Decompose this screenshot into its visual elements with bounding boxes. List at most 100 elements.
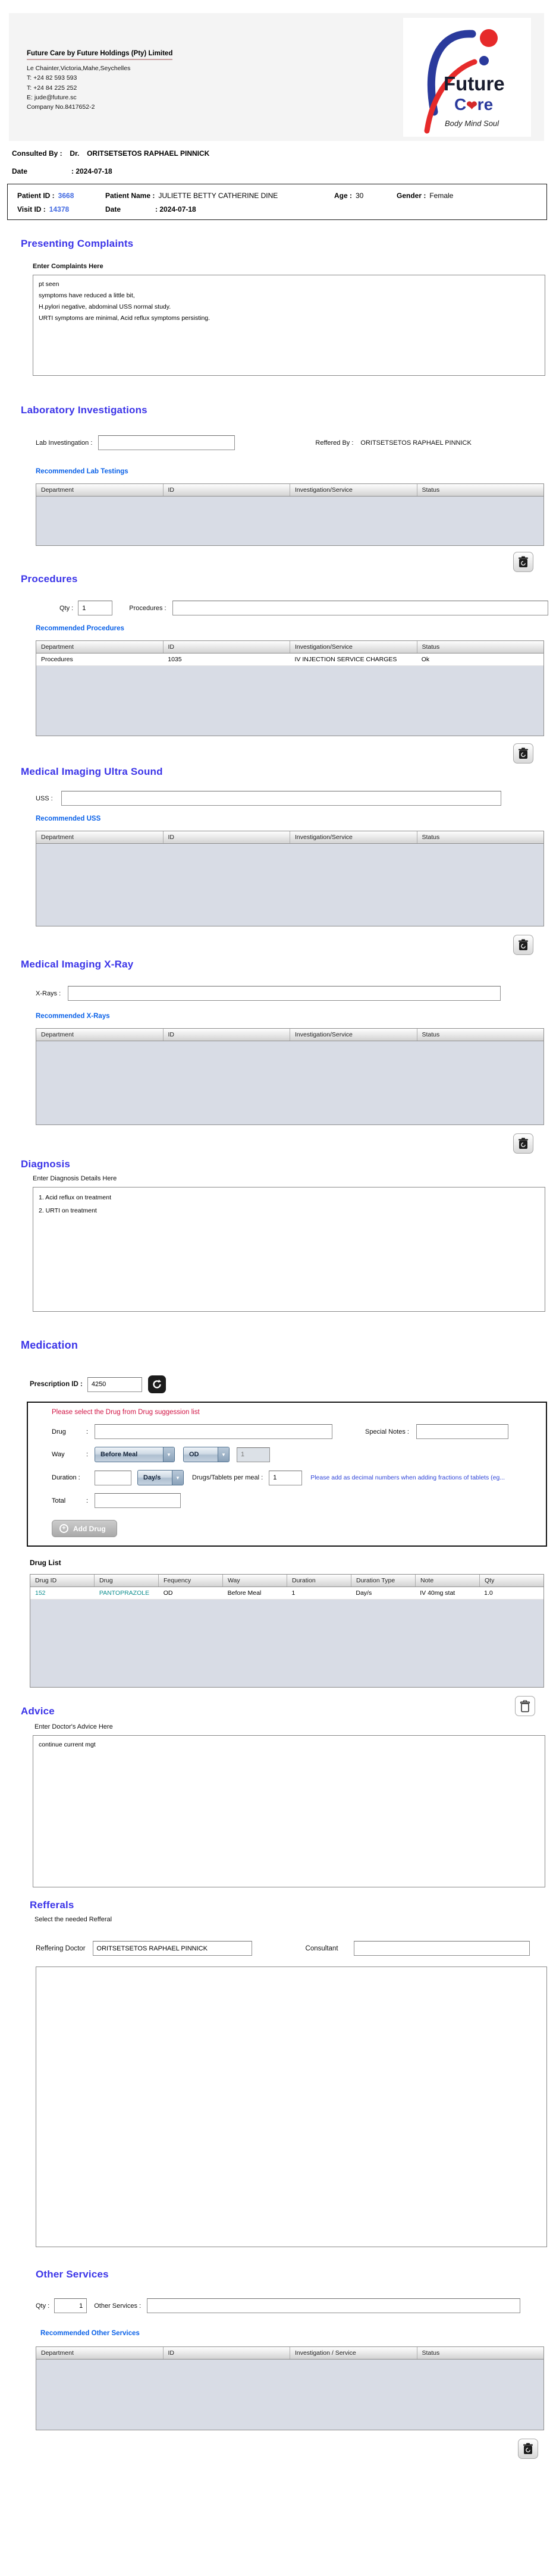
consultant-input[interactable] (353, 1941, 530, 1956)
other-services-input-label: Other Services : (94, 2302, 142, 2310)
recommended-lab-link[interactable]: Recommended Lab Testings (36, 468, 553, 475)
uss-input[interactable] (61, 791, 501, 806)
patient-id-label: Patient ID : (17, 191, 55, 200)
procedures-table: Department ID Investigation/Service Stat… (36, 640, 544, 736)
gender-value: Female (429, 191, 454, 200)
xray-title: Medical Imaging X-Ray (21, 959, 134, 970)
date-value: : 2024-07-18 (71, 167, 112, 175)
delete-other-service-row-button[interactable] (518, 2439, 538, 2459)
trash-icon (519, 939, 528, 950)
per-meal-input[interactable] (269, 1470, 303, 1485)
logo-swoosh-icon: Future C❤re Body Mind Soul (424, 29, 505, 134)
drug-input[interactable] (95, 1424, 332, 1439)
other-services-input[interactable] (147, 2298, 521, 2313)
drug-col-frequency: Fequency (159, 1575, 223, 1587)
age-value: 30 (356, 191, 364, 200)
duration-unit-value: Day/s (143, 1474, 161, 1481)
uss-col-id: ID (164, 831, 290, 843)
visit-date-value: : 2024-07-18 (155, 205, 196, 213)
add-drug-button[interactable]: + Add Drug (52, 1520, 117, 1537)
referrals-subtitle: Select the needed Refferal (34, 1916, 112, 1923)
uss-col-status: Status (422, 834, 440, 841)
drug-col-drug: Drug (95, 1575, 159, 1587)
clinic-header: Future Care by Future Holdings (Pty) Lim… (9, 13, 544, 141)
drug-col-id: Drug ID (30, 1575, 95, 1587)
recommended-other-services-link[interactable]: Recommended Other Services (40, 2330, 553, 2337)
delete-xray-row-button[interactable] (513, 1133, 533, 1154)
meal-timing-select[interactable]: Before Meal ▼ (95, 1447, 175, 1462)
other-col-department: Department (36, 2347, 164, 2359)
visit-id-label: Visit ID : (17, 205, 46, 213)
frequency-value: OD (189, 1451, 199, 1458)
diagnosis-title: Diagnosis (21, 1158, 71, 1170)
procedures-col-department: Department (36, 641, 164, 653)
complaints-textarea[interactable]: pt seen symptoms have reduced a little b… (33, 275, 545, 376)
drug-list-body: 152 PANTOPRAZOLE OD Before Meal 1 Day/s … (30, 1587, 543, 1687)
procedures-qty-input[interactable] (78, 601, 113, 615)
refresh-prescription-button[interactable] (147, 1375, 166, 1393)
duration-input[interactable] (95, 1470, 131, 1485)
visit-date-label: Date (105, 205, 121, 213)
advice-textarea[interactable]: continue current mgt (33, 1735, 545, 1887)
delete-drug-button[interactable] (515, 1696, 535, 1716)
prescription-id-input[interactable] (87, 1377, 142, 1392)
drug-row-frequency: OD (163, 1589, 173, 1597)
drug-suggestion-warning: Please select the Drug from Drug suggess… (52, 1409, 200, 1416)
drug-col-qty: Qty (485, 1577, 495, 1584)
drug-row-duration-type: Day/s (356, 1589, 372, 1597)
delete-uss-row-button[interactable] (513, 935, 533, 955)
uss-input-label: USS : (36, 794, 53, 802)
trash-icon (519, 747, 528, 759)
recommended-uss-link[interactable]: Recommended USS (36, 815, 553, 822)
presenting-complaints-title: Presenting Complaints (21, 238, 134, 249)
age-label: Age : (334, 191, 352, 200)
lab-col-id: ID (164, 484, 290, 496)
referral-options-list[interactable] (36, 1966, 547, 2247)
special-notes-input[interactable] (416, 1424, 508, 1439)
lab-referred-by-label: Reffered By : (315, 439, 354, 447)
doctor-title: Dr. (70, 149, 80, 158)
consulted-by-label: Consulted By : (12, 149, 62, 158)
xray-table-body (36, 1041, 543, 1124)
recommended-procedures-link[interactable]: Recommended Procedures (36, 625, 553, 632)
other-services-table-body (36, 2360, 543, 2430)
lab-referred-by-value: ORITSETSETOS RAPHAEL PINNICK (360, 439, 472, 447)
other-qty-input[interactable] (54, 2298, 87, 2313)
frequency-select[interactable]: OD ▼ (183, 1447, 230, 1462)
xray-input[interactable] (68, 986, 501, 1001)
total-label: Total (52, 1497, 66, 1504)
trash-icon (519, 1138, 528, 1149)
consulted-by-line: Consulted By : Dr. ORITSETSETOS RAPHAEL … (12, 149, 553, 158)
drug-list-label: Drug List (30, 1559, 61, 1567)
referring-doctor-input[interactable] (92, 1941, 252, 1956)
drug-row-duration: 1 (291, 1589, 296, 1597)
recommended-xray-link[interactable]: Recommended X-Rays (36, 1013, 553, 1020)
medication-title: Medication (21, 1339, 78, 1351)
procedures-title: Procedures (21, 573, 78, 585)
duration-unit-select[interactable]: Day/s ▼ (137, 1470, 184, 1485)
procedures-input-label: Procedures : (129, 604, 166, 612)
uss-col-service: Investigation/Service (290, 831, 417, 843)
drug-row-name: PANTOPRAZOLE (99, 1589, 150, 1597)
patient-name-value: JULIETTE BETTY CATHERINE DINE (158, 191, 278, 200)
per-meal-label: Drugs/Tablets per meal : (192, 1474, 263, 1481)
future-care-logo: Future C❤re Body Mind Soul (403, 18, 531, 137)
svg-text:Future: Future (444, 73, 505, 95)
xray-table: Department ID Investigation/Service Stat… (36, 1028, 544, 1125)
consultant-label: Consultant (305, 1944, 338, 1952)
drug-col-duration-type: Duration Type (351, 1575, 416, 1587)
drug-col-way: Way (223, 1575, 287, 1587)
trash-outline-icon (520, 1699, 530, 1712)
plus-icon: + (59, 1524, 68, 1533)
other-col-id: ID (164, 2347, 290, 2359)
lab-col-status: Status (422, 486, 440, 494)
diagnosis-textarea[interactable]: 1. Acid reflux on treatment 2. URTI on t… (33, 1187, 545, 1312)
delete-procedure-row-button[interactable] (513, 743, 533, 764)
lab-investigation-input[interactable] (98, 435, 235, 450)
procedures-table-row[interactable]: Procedures 1035 IV INJECTION SERVICE CHA… (36, 654, 543, 666)
total-input[interactable] (95, 1493, 181, 1508)
referrals-title: Refferals (30, 1899, 74, 1911)
procedures-input[interactable] (172, 601, 548, 615)
drug-list-row[interactable]: 152 PANTOPRAZOLE OD Before Meal 1 Day/s … (30, 1587, 543, 1600)
delete-lab-row-button[interactable] (513, 552, 533, 572)
